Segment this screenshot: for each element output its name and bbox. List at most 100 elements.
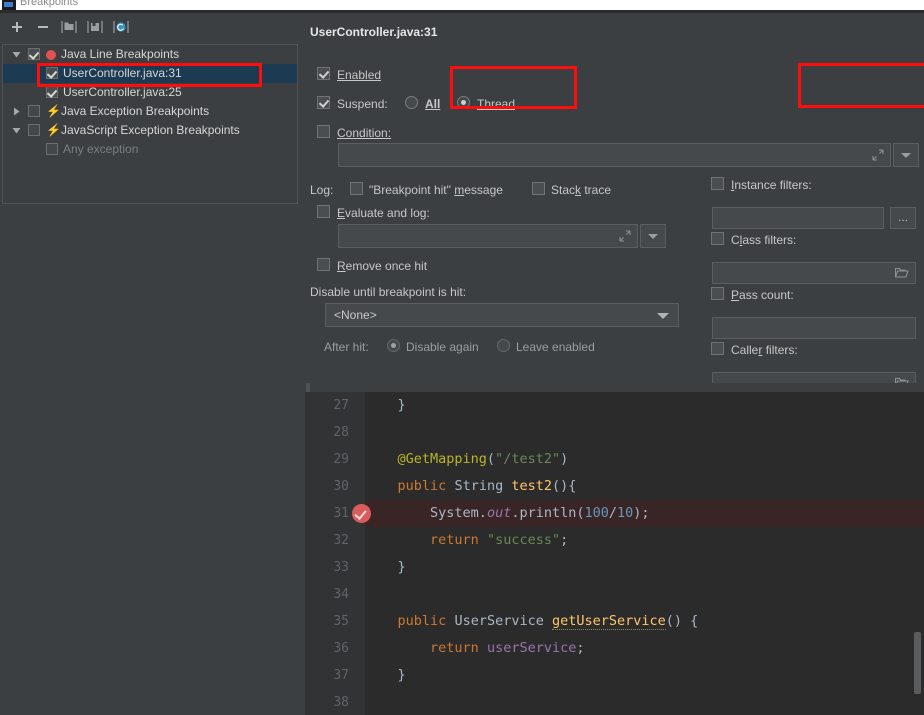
condition-input[interactable] (338, 143, 891, 167)
line-number: 38 (305, 689, 349, 715)
pass-count-input[interactable] (712, 317, 916, 339)
suspend-thread-label: Thread (477, 97, 515, 111)
tree-checkbox[interactable] (28, 124, 40, 136)
enabled-checkbox[interactable] (317, 67, 330, 80)
add-breakpoint-button[interactable] (6, 18, 28, 38)
code-line: } (365, 662, 406, 689)
tree-node-any-exception[interactable]: Any exception (3, 140, 297, 159)
suspend-thread-radio[interactable] (457, 96, 470, 109)
remove-breakpoint-button[interactable] (32, 18, 54, 38)
chevron-down-icon (657, 313, 669, 319)
code-line: public String test2(){ (365, 473, 576, 500)
tree-node-java-line-breakpoints[interactable]: Java Line Breakpoints (3, 45, 297, 64)
line-number: 30 (305, 473, 349, 500)
tree-checkbox[interactable] (46, 86, 58, 98)
caller-filters-label: Caller filters: (731, 343, 798, 357)
code-line: public UserService getUserService() { (365, 608, 698, 635)
pass-count-label: Pass count: (731, 288, 794, 302)
class-filters-input[interactable] (712, 262, 916, 284)
line-number: 35 (305, 608, 349, 635)
disable-until-value: <None> (334, 307, 377, 323)
line-number: 32 (305, 527, 349, 554)
breakpoints-left-panel: Java Line Breakpoints UserController.jav… (0, 13, 300, 715)
tree-node-usercontroller-31[interactable]: UserController.java:31 (3, 64, 297, 83)
disable-until-combobox[interactable]: <None> (325, 303, 679, 327)
code-preview-editor[interactable]: 27 } 2829 @GetMapping("/test2") 30 public … (305, 392, 924, 715)
expand-icon[interactable] (619, 230, 631, 242)
instance-filters-input[interactable] (712, 207, 884, 229)
after-hit-leave-enabled-radio[interactable] (497, 339, 510, 352)
editor-vertical-scrollbar[interactable] (914, 632, 921, 694)
log-message-label: "Breakpoint hit" message (369, 183, 503, 197)
line-number: 37 (305, 662, 349, 689)
evaluate-and-log-dropdown-button[interactable] (640, 224, 666, 248)
lightning-icon: ⚡ (46, 105, 56, 118)
expand-icon[interactable] (872, 149, 884, 161)
mute-breakpoints-icon[interactable] (58, 18, 80, 38)
code-line: return userService; (365, 635, 585, 662)
horizontal-splitter[interactable] (305, 383, 924, 392)
evaluate-and-log-input[interactable] (338, 224, 638, 248)
condition-label: Condition: (337, 126, 391, 140)
tree-node-java-exception-breakpoints[interactable]: ⚡ Java Exception Breakpoints (3, 102, 297, 121)
instance-filters-checkbox[interactable] (711, 177, 724, 190)
disable-until-label: Disable until breakpoint is hit: (310, 285, 466, 299)
suspend-all-radio[interactable] (405, 96, 418, 109)
line-number: 33 (305, 554, 349, 581)
suspend-all-label: All (425, 97, 440, 111)
breakpoint-properties-panel: UserController.java:31 Enabled Suspend: … (305, 13, 924, 383)
evaluate-and-log-label: Evaluate and log: (337, 206, 430, 220)
condition-checkbox[interactable] (317, 125, 330, 138)
suspend-checkbox[interactable] (317, 96, 330, 109)
code-line: @GetMapping("/test2") (365, 446, 568, 473)
breakpoints-toolbar (0, 13, 300, 42)
tree-node-usercontroller-25[interactable]: UserController.java:25 (3, 83, 297, 102)
code-line: return "success"; (365, 527, 568, 554)
tree-checkbox[interactable] (28, 48, 40, 60)
after-hit-leave-enabled-label: Leave enabled (516, 340, 595, 354)
after-hit-disable-again-radio[interactable] (387, 339, 400, 352)
class-filters-checkbox[interactable] (711, 232, 724, 245)
chevron-right-icon[interactable] (12, 107, 21, 116)
groups-icon[interactable] (110, 18, 132, 38)
line-number: 34 (305, 581, 349, 608)
stack-trace-label: Stack trace (551, 183, 611, 197)
tree-checkbox[interactable] (46, 67, 58, 79)
line-number: 28 (305, 419, 349, 446)
breakpoint-title: UserController.java:31 (310, 25, 437, 39)
code-line: } (365, 392, 406, 419)
app-icon (2, 0, 16, 10)
line-number: 27 (305, 392, 349, 419)
log-message-checkbox[interactable] (350, 182, 363, 195)
splitter-grip-icon (306, 383, 310, 392)
code-line: System.out.println(100/10); (365, 500, 650, 527)
line-number: 31 (305, 500, 349, 527)
instance-filters-label: Instance filters: (731, 178, 812, 192)
tree-checkbox[interactable] (28, 105, 40, 117)
line-number: 29 (305, 446, 349, 473)
window-title-bar: Breakpoints (0, 0, 924, 10)
folder-icon[interactable] (895, 267, 909, 279)
chevron-down-icon[interactable] (12, 50, 21, 59)
view-breakpoints-icon[interactable] (84, 18, 106, 38)
chevron-down-icon (901, 153, 911, 158)
tree-node-javascript-exception-breakpoints[interactable]: ⚡ JavaScript Exception Breakpoints (3, 121, 297, 140)
remove-once-hit-checkbox[interactable] (317, 258, 330, 271)
pass-count-checkbox[interactable] (711, 287, 724, 300)
evaluate-and-log-checkbox[interactable] (317, 205, 330, 218)
after-hit-label: After hit: (324, 340, 369, 354)
tree-checkbox[interactable] (46, 143, 58, 155)
condition-dropdown-button[interactable] (893, 143, 919, 167)
chevron-down-icon[interactable] (12, 126, 21, 135)
enabled-label: Enabled (337, 68, 381, 82)
caller-filters-checkbox[interactable] (711, 342, 724, 355)
suspend-label: Suspend: (337, 97, 388, 111)
line-number: 36 (305, 635, 349, 662)
chevron-down-icon (648, 234, 658, 239)
breakpoints-tree[interactable]: Java Line Breakpoints UserController.jav… (2, 44, 298, 204)
lightning-icon: ⚡ (46, 124, 56, 137)
breakpoints-dialog: Breakpoints (0, 0, 924, 715)
class-filters-label: Class filters: (731, 233, 796, 247)
instance-filters-browse-button[interactable]: ... (890, 207, 916, 229)
stack-trace-checkbox[interactable] (532, 182, 545, 195)
